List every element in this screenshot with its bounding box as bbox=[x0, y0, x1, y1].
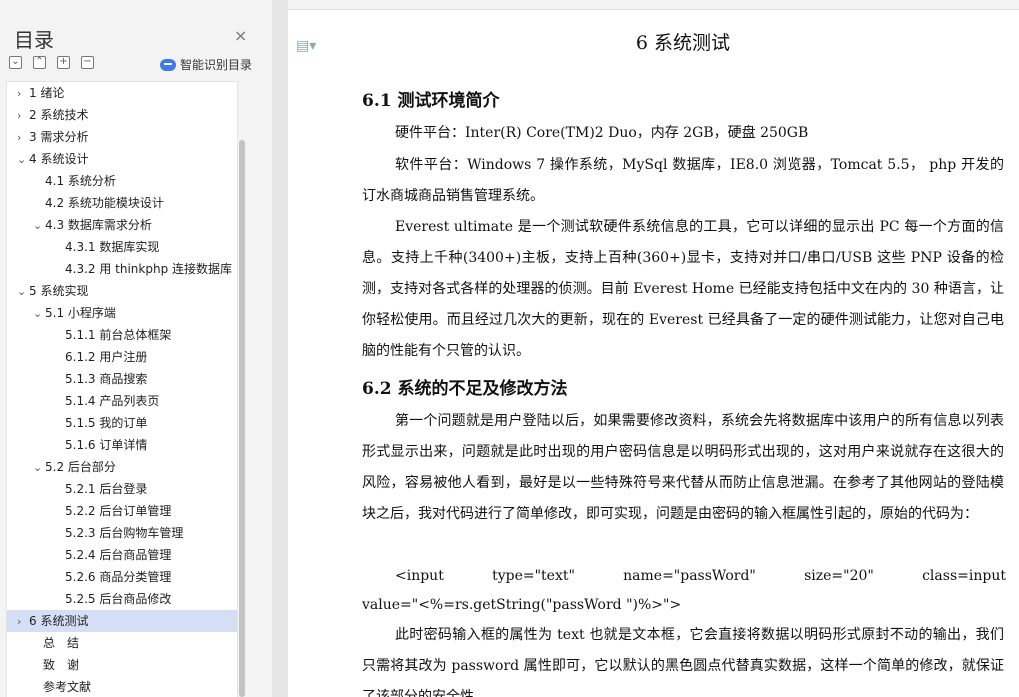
section-heading-6-1: 6.1 测试环境简介 bbox=[362, 91, 500, 111]
smart-toc-button[interactable]: 智能识别目录 bbox=[160, 56, 252, 73]
toc-item-label: 4 系统设计 bbox=[29, 152, 89, 166]
toc-item[interactable]: 5.2.4 后台商品管理 bbox=[7, 544, 237, 566]
toc-item-label: 2 系统技术 bbox=[29, 108, 89, 122]
toc-item[interactable]: 4.3.1 数据库实现 bbox=[7, 236, 237, 258]
toc-item[interactable]: 5.1.6 订单详情 bbox=[7, 434, 237, 456]
paragraph-software: 软件平台：Windows 7 操作系统，MySql 数据库，IE8.0 浏览器，… bbox=[362, 157, 1004, 204]
toc-item-label: 5 系统实现 bbox=[29, 284, 89, 298]
paragraph-everest: Everest ultimate 是一个测试软硬件系统信息的工具，它可以详细的显… bbox=[362, 219, 1004, 359]
chapter-title: 6 系统测试 bbox=[635, 32, 731, 54]
paragraph-hardware: 硬件平台：Inter(R) Core(TM)2 Duo，内存 2GB，硬盘 25… bbox=[395, 125, 809, 141]
chevron-down-icon[interactable]: ⌄ bbox=[33, 303, 45, 324]
smart-toc-icon bbox=[160, 58, 176, 71]
toc-list: › 1 绪论 › 2 系统技术 › 3 需求分析 ⌄ 4 系统设计 4.1 系统分析 4.2 系统… bbox=[6, 81, 238, 697]
toc-item-label: 4.3.1 数据库实现 bbox=[65, 240, 160, 254]
toc-item[interactable]: 致 谢 bbox=[7, 654, 237, 676]
code-token: size="20" bbox=[804, 568, 874, 584]
toc-item[interactable]: 5.1.4 产品列表页 bbox=[7, 390, 237, 412]
smart-toc-label: 智能识别目录 bbox=[180, 58, 253, 72]
toc-item[interactable]: ⌄ 4.3 数据库需求分析 bbox=[7, 214, 237, 236]
toc-item[interactable]: › 2 系统技术 bbox=[7, 104, 237, 126]
toc-item-label: 4.3.2 用 thinkphp 连接数据库 bbox=[65, 262, 233, 276]
toc-item-label: 5.2.3 后台购物车管理 bbox=[65, 526, 184, 540]
paragraph-fix: 此时密码输入框的属性为 text 也就是文本框，它会直接将数据以明码形式原封不动… bbox=[362, 627, 1004, 697]
panel-splitter[interactable] bbox=[272, 0, 288, 697]
toc-scrollbar[interactable] bbox=[239, 140, 245, 697]
chevron-right-icon[interactable]: › bbox=[17, 83, 29, 104]
toc-item[interactable]: ⌄ 5 系统实现 bbox=[7, 280, 237, 302]
toc-item[interactable]: 4.2 系统功能模块设计 bbox=[7, 192, 237, 214]
toc-item[interactable]: 4.1 系统分析 bbox=[7, 170, 237, 192]
toc-item-label: 5.1.6 订单详情 bbox=[65, 438, 148, 452]
toc-item-label: 4.1 系统分析 bbox=[45, 174, 116, 188]
paragraph-issue: 第一个问题就是用户登陆以后，如果需要修改资料，系统会先将数据库中该用户的所有信息… bbox=[362, 413, 1004, 522]
toc-item[interactable]: 4.3.2 用 thinkphp 连接数据库 bbox=[7, 258, 237, 280]
toc-item-label: 致 谢 bbox=[43, 658, 80, 672]
toc-item[interactable]: 总 结 bbox=[7, 632, 237, 654]
code-line-2: value="<%=rs.getString("passWord ")%>"> bbox=[362, 597, 682, 613]
chevron-down-icon[interactable]: ⌄ bbox=[33, 457, 45, 478]
code-token: <input bbox=[395, 568, 444, 584]
toc-item-label: 5.2.5 后台商品修改 bbox=[65, 592, 172, 606]
toc-item-label: 5.1.5 我的订单 bbox=[65, 416, 148, 430]
remove-heading-icon[interactable]: − bbox=[81, 56, 94, 69]
toc-item[interactable]: › 3 需求分析 bbox=[7, 126, 237, 148]
toc-item[interactable]: ⌄ 4 系统设计 bbox=[7, 148, 237, 170]
toc-item[interactable]: › 1 绪论 bbox=[7, 82, 237, 104]
toc-panel: 目录 × ⌄ ⌃ + − 智能识别目录 › 1 绪论 › 2 系统技术 › 3 需求分析 ⌄… bbox=[0, 0, 272, 697]
toc-item-label: 5.2.6 商品分类管理 bbox=[65, 570, 172, 584]
toc-item-label: 5.1.3 商品搜索 bbox=[65, 372, 148, 386]
toc-item-label: 6 系统测试 bbox=[29, 614, 89, 628]
toc-item[interactable]: 5.1.5 我的订单 bbox=[7, 412, 237, 434]
toc-item[interactable]: 5.2.1 后台登录 bbox=[7, 478, 237, 500]
chevron-down-icon[interactable]: ⌄ bbox=[17, 281, 29, 302]
chevron-right-icon[interactable]: › bbox=[17, 611, 29, 632]
toc-item-label: 5.2.4 后台商品管理 bbox=[65, 548, 172, 562]
toc-item[interactable]: 6.1.2 用户注册 bbox=[7, 346, 237, 368]
toc-item[interactable]: 参考文献 bbox=[7, 676, 237, 697]
toc-item[interactable]: 5.2.3 后台购物车管理 bbox=[7, 522, 237, 544]
toc-item[interactable]: 5.2.6 商品分类管理 bbox=[7, 566, 237, 588]
toc-item-label: 5.1 小程序端 bbox=[45, 306, 116, 320]
toc-item-label: 3 需求分析 bbox=[29, 130, 89, 144]
toc-item[interactable]: 5.2.5 后台商品修改 bbox=[7, 588, 237, 610]
toc-item-label: 5.2 后台部分 bbox=[45, 460, 116, 474]
toc-item-label: 参考文献 bbox=[43, 680, 92, 694]
ruler-strip bbox=[288, 0, 1019, 10]
toc-item-label: 5.2.1 后台登录 bbox=[65, 482, 148, 496]
toc-item-label: 5.1.1 前台总体框架 bbox=[65, 328, 172, 342]
code-token: name="passWord" bbox=[623, 568, 756, 584]
chevron-right-icon[interactable]: › bbox=[17, 127, 29, 148]
toc-item-label: 5.2.2 后台订单管理 bbox=[65, 504, 172, 518]
chevron-down-icon[interactable]: ⌄ bbox=[33, 215, 45, 236]
toc-item-label: 4.2 系统功能模块设计 bbox=[45, 196, 164, 210]
close-icon[interactable]: × bbox=[234, 26, 247, 45]
expand-up-icon[interactable]: ⌃ bbox=[33, 56, 46, 69]
toc-item[interactable]: 5.2.2 后台订单管理 bbox=[7, 500, 237, 522]
toc-item-label: 5.1.4 产品列表页 bbox=[65, 394, 160, 408]
toc-item[interactable]: ⌄ 5.1 小程序端 bbox=[7, 302, 237, 324]
page-view-icon[interactable]: ▤▾ bbox=[296, 38, 316, 54]
toc-item[interactable]: 5.1.3 商品搜索 bbox=[7, 368, 237, 390]
toc-item-label: 6.1.2 用户注册 bbox=[65, 350, 148, 364]
section-heading-6-2: 6.2 系统的不足及修改方法 bbox=[362, 379, 568, 399]
toc-item[interactable]: ⌄ 5.2 后台部分 bbox=[7, 456, 237, 478]
code-line-1: <input type="text" name="passWord" size=… bbox=[362, 561, 1006, 592]
collapse-down-icon[interactable]: ⌄ bbox=[9, 56, 22, 69]
code-token: class=input bbox=[922, 568, 1006, 584]
toc-title: 目录 bbox=[14, 28, 54, 52]
toc-item-label: 总 结 bbox=[43, 636, 80, 650]
toc-item-label: 4.3 数据库需求分析 bbox=[45, 218, 152, 232]
chevron-right-icon[interactable]: › bbox=[17, 105, 29, 126]
toc-item[interactable]: 5.1.1 前台总体框架 bbox=[7, 324, 237, 346]
code-token: type="text" bbox=[492, 568, 575, 584]
toc-item[interactable]: › 6 系统测试 bbox=[7, 610, 237, 632]
document-page: ▤▾ 6 系统测试 6.1 测试环境简介 硬件平台：Inter(R) Core(… bbox=[288, 10, 1019, 697]
toc-item-label: 1 绪论 bbox=[29, 86, 65, 100]
add-heading-icon[interactable]: + bbox=[57, 56, 70, 69]
chevron-down-icon[interactable]: ⌄ bbox=[17, 149, 29, 170]
